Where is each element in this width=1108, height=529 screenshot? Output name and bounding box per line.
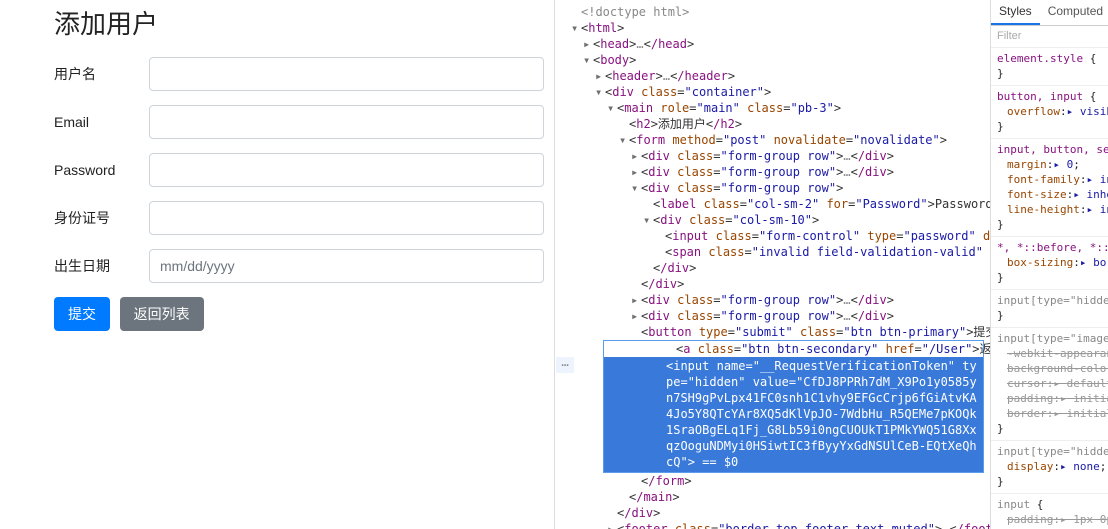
dom-node[interactable]: </form> [555, 473, 990, 489]
dom-node[interactable]: ▸<div class="form-group row">…</div> [555, 292, 990, 308]
css-rule[interactable]: input[type="image" i] {-webkit-appearanc… [991, 328, 1108, 441]
styles-tabs: Styles Computed Ev [991, 0, 1108, 26]
elements-panel[interactable]: <!doctype html>▾<html>▸<head>…</head>▾<b… [555, 0, 990, 529]
input-username[interactable] [149, 57, 544, 91]
back-button[interactable]: 返回列表 [120, 297, 204, 331]
label-idcard: 身份证号 [54, 208, 149, 228]
dom-node[interactable]: ▾<body> [555, 52, 990, 68]
input-password[interactable] [149, 153, 544, 187]
dom-node[interactable]: <button type="submit" class="btn btn-pri… [555, 324, 990, 340]
label-password: Password [54, 162, 149, 178]
input-email[interactable] [149, 105, 544, 139]
dom-node[interactable]: ▾<form method="post" novalidate="novalid… [555, 132, 990, 148]
dom-node[interactable]: ▾<main role="main" class="pb-3"> [555, 100, 990, 116]
input-idcard[interactable] [149, 201, 544, 235]
dom-node[interactable]: ▾<div class="container"> [555, 84, 990, 100]
css-rule[interactable]: element.style {} [991, 48, 1108, 86]
dom-node[interactable]: <h2>添加用户</h2> [555, 116, 990, 132]
form-group-email: Email [54, 105, 544, 139]
dom-node[interactable]: ▸<div class="form-group row">…</div> [555, 308, 990, 324]
label-username: 用户名 [54, 64, 149, 84]
input-birthdate[interactable] [149, 249, 544, 283]
dom-node[interactable]: <input class="form-control" type="passwo… [555, 228, 990, 244]
dom-highlight-box: <a class="btn btn-secondary" href="/User… [603, 340, 984, 473]
dom-node[interactable]: </div> [555, 260, 990, 276]
dom-node[interactable]: </main> [555, 489, 990, 505]
styles-panel[interactable]: Styles Computed Ev Filter element.style … [990, 0, 1108, 529]
tab-computed[interactable]: Computed [1040, 0, 1108, 25]
dom-node[interactable]: ▾<html> [555, 20, 990, 36]
dom-node[interactable]: ▸<header>…</header> [555, 68, 990, 84]
tab-styles[interactable]: Styles [991, 0, 1040, 25]
dom-node[interactable]: ▸<head>…</head> [555, 36, 990, 52]
css-rule[interactable]: input {padding:▸ 1px 0px;} [991, 494, 1108, 529]
css-rule[interactable]: input, button, select, optgroup, textare… [991, 139, 1108, 237]
dom-node[interactable]: </div> [555, 505, 990, 521]
form-group-idcard: 身份证号 [54, 201, 544, 235]
dom-node[interactable]: <label class="col-sm-2" for="Password">P… [555, 196, 990, 212]
label-birthdate: 出生日期 [54, 256, 149, 276]
dom-node-selected[interactable]: <input name="__RequestVerificationToken"… [604, 357, 983, 472]
css-rule[interactable]: input[type="hidden" i] {} [991, 290, 1108, 328]
dom-node[interactable]: ▸<div class="form-group row">…</div> [555, 148, 990, 164]
css-rule[interactable]: button, input {overflow:▸ visible;} [991, 86, 1108, 139]
dom-node[interactable]: <span class="invalid field-validation-va… [555, 244, 990, 260]
dom-node[interactable]: ▾<div class="col-sm-10"> [555, 212, 990, 228]
dom-node[interactable]: </div> [555, 276, 990, 292]
label-email: Email [54, 114, 149, 130]
submit-button[interactable]: 提交 [54, 297, 110, 331]
page-title: 添加用户 [54, 4, 544, 41]
dom-node[interactable]: ▸<div class="form-group row">…</div> [555, 164, 990, 180]
css-rule[interactable]: *, *::before, *::after {box-sizing:▸ bor… [991, 237, 1108, 290]
css-rule[interactable]: input[type="hidden" i] {display:▸ none;} [991, 441, 1108, 494]
form-group-username: 用户名 [54, 57, 544, 91]
dom-node[interactable]: ▸<footer class="border-top footer text-m… [555, 521, 990, 529]
dom-node[interactable]: ▾<div class="form-group row"> [555, 180, 990, 196]
dom-node[interactable]: <a class="btn btn-secondary" href="/User… [604, 341, 983, 357]
styles-filter[interactable]: Filter [991, 26, 1108, 48]
form-group-password: Password [54, 153, 544, 187]
dom-node[interactable]: <!doctype html> [555, 4, 990, 20]
form-panel: 添加用户 用户名 Email Password 身份证号 出生日期 提交 返回列… [0, 0, 554, 529]
form-group-birthdate: 出生日期 [54, 249, 544, 283]
